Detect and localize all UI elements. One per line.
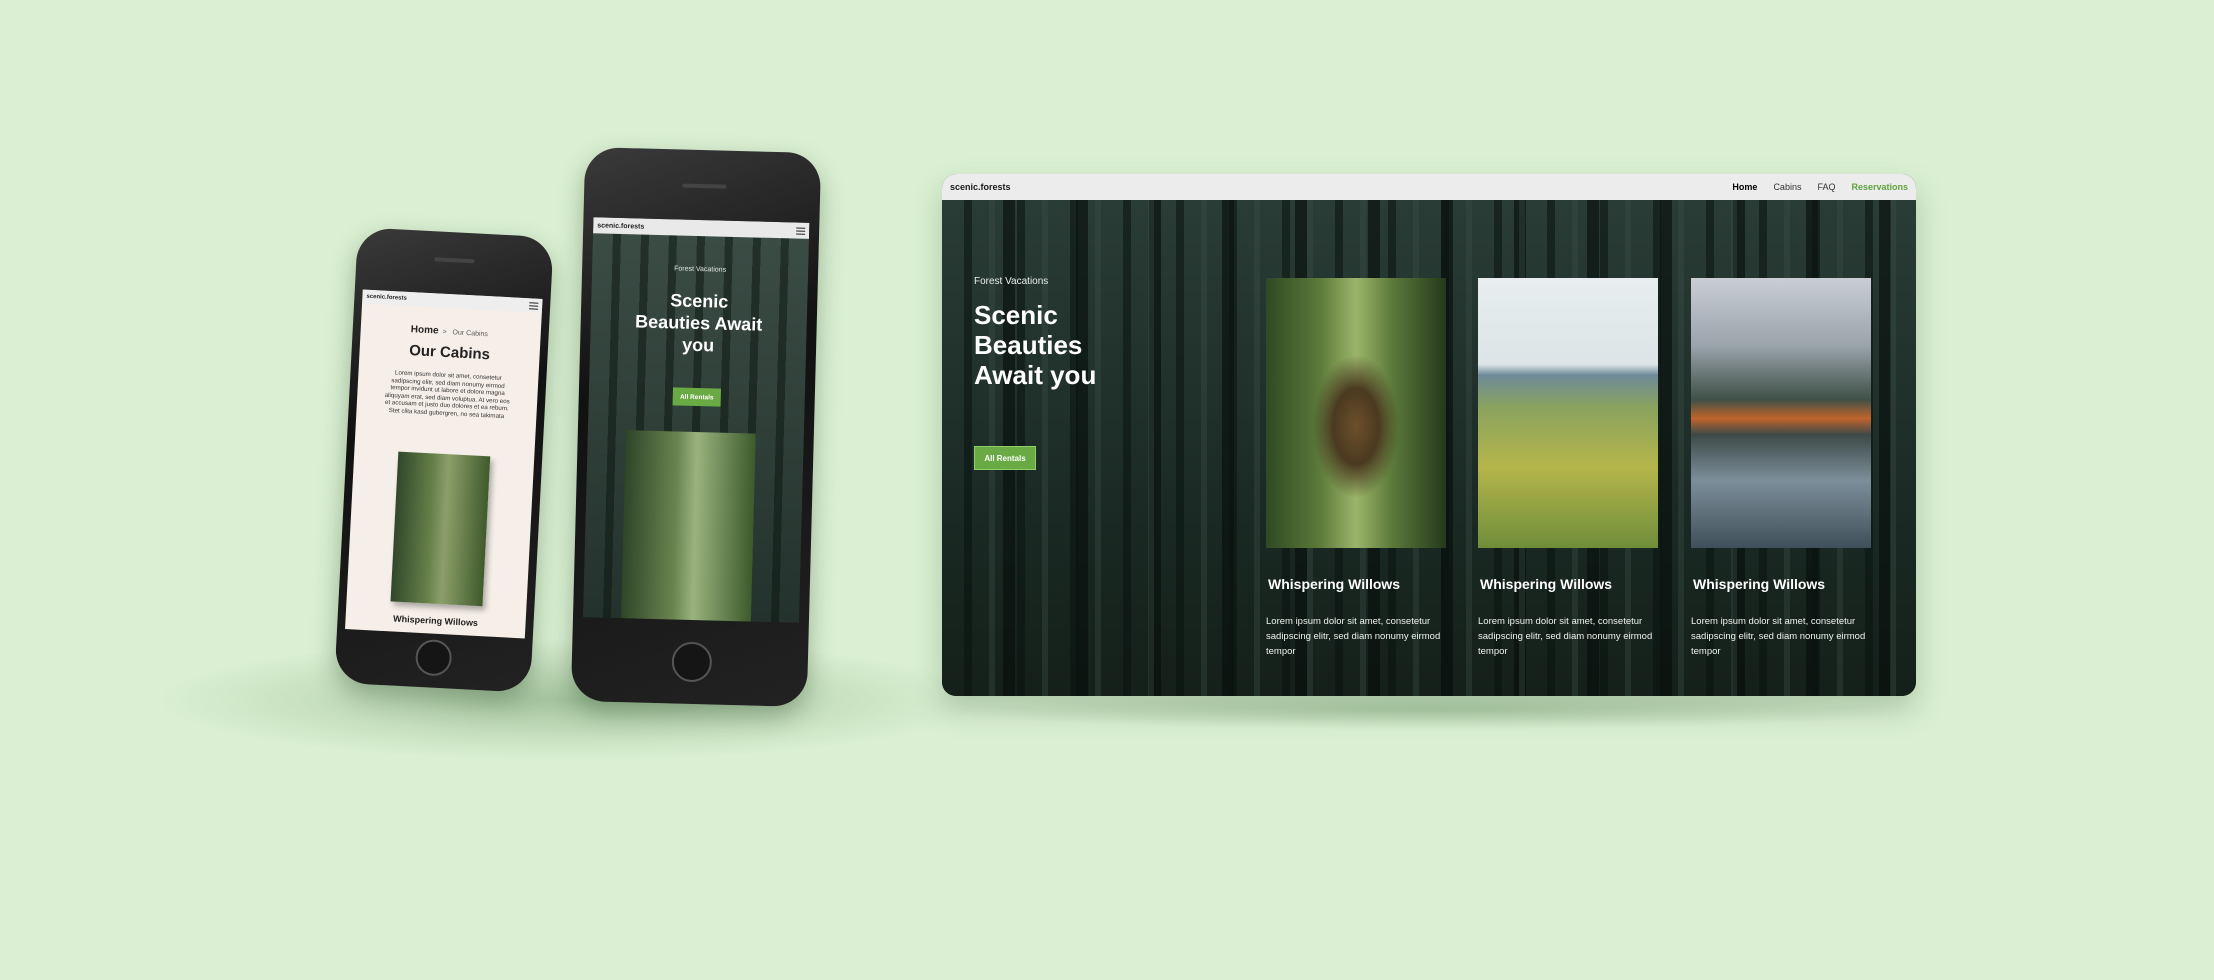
nav-links: Home Cabins FAQ Reservations	[1732, 182, 1908, 192]
cabin-card-title[interactable]: Whispering Willows	[1691, 576, 1873, 592]
hero-section: Forest Vacations Scenic Beauties Await y…	[942, 200, 1916, 696]
cabin-photo[interactable]	[1691, 278, 1871, 548]
desktop-website-mockup: scenic.forests Home Cabins FAQ Reservati…	[942, 174, 1916, 696]
phone-large-screen: scenic.forests Forest Vacations Scenic B…	[582, 217, 810, 623]
cabin-photo	[390, 451, 491, 607]
phone-small-screen: scenic.forests Home > Our Cabins Our Cabi…	[345, 289, 543, 639]
phone-large-mockup: scenic.forests Forest Vacations Scenic B…	[570, 147, 822, 707]
cabin-card-title[interactable]: Whispering Willows	[1478, 576, 1660, 592]
breadcrumb-home[interactable]: Home	[410, 324, 438, 336]
all-rentals-button[interactable]: All Rentals	[974, 446, 1036, 470]
breadcrumb-current: Our Cabins	[452, 329, 489, 339]
hero-eyebrow: Forest Vacations	[674, 265, 727, 274]
cabin-photo[interactable]	[1266, 278, 1446, 548]
phone-speaker	[682, 183, 727, 189]
nav-reservations[interactable]: Reservations	[1851, 182, 1908, 192]
intro-text: Lorem ipsum dolor sit amet, consetetur s…	[384, 369, 510, 420]
top-nav: scenic.forests Home Cabins FAQ Reservati…	[942, 174, 1916, 200]
card-title: Whispering Willows	[392, 613, 479, 628]
phone-speaker	[434, 257, 475, 264]
cabin-card[interactable]: Whispering Willows Lorem ipsum dolor sit…	[1266, 278, 1448, 659]
phone-small-mockup: scenic.forests Home > Our Cabins Our Cabi…	[334, 227, 554, 693]
cabin-card[interactable]: Whispering Willows Lorem ipsum dolor sit…	[1691, 278, 1873, 659]
nav-faq[interactable]: FAQ	[1817, 182, 1835, 192]
page-title: Our Cabins	[408, 342, 491, 364]
hamburger-menu-icon[interactable]	[796, 227, 806, 235]
cabin-card-description: Lorem ipsum dolor sit amet, consetetur s…	[1478, 616, 1653, 657]
home-button	[414, 638, 453, 677]
mobile-nav: scenic.forests	[362, 289, 543, 313]
cabin-card[interactable]: Whispering Willows Lorem ipsum dolor sit…	[1478, 278, 1660, 659]
mobile-logo[interactable]: scenic.forests	[597, 222, 644, 230]
cabin-photo	[620, 430, 756, 623]
cabin-card-description: Lorem ipsum dolor sit amet, consetetur s…	[1266, 616, 1441, 657]
mobile-logo[interactable]: scenic.forests	[366, 294, 407, 302]
all-rentals-button[interactable]: All Rentals	[672, 387, 722, 407]
hero-title: Scenic Beauties Await you	[634, 290, 763, 356]
site-logo[interactable]: scenic.forests	[950, 182, 1011, 192]
cabin-card-description: Lorem ipsum dolor sit amet, consetetur s…	[1691, 616, 1866, 657]
nav-cabins[interactable]: Cabins	[1773, 182, 1801, 192]
breadcrumb: Home > Our Cabins	[410, 324, 488, 339]
breadcrumb-separator: >	[442, 328, 449, 337]
cabin-photo[interactable]	[1478, 278, 1658, 548]
cabin-card-title[interactable]: Whispering Willows	[1266, 576, 1448, 592]
hero-title: Scenic Beauties Await you	[974, 300, 1097, 390]
home-button	[671, 641, 713, 683]
hamburger-menu-icon[interactable]	[529, 301, 539, 310]
hero-eyebrow: Forest Vacations	[974, 276, 1049, 287]
desktop-shadow	[945, 690, 1915, 730]
nav-home[interactable]: Home	[1732, 182, 1757, 192]
mobile-nav: scenic.forests	[593, 217, 810, 239]
floor-shadow	[160, 640, 980, 760]
